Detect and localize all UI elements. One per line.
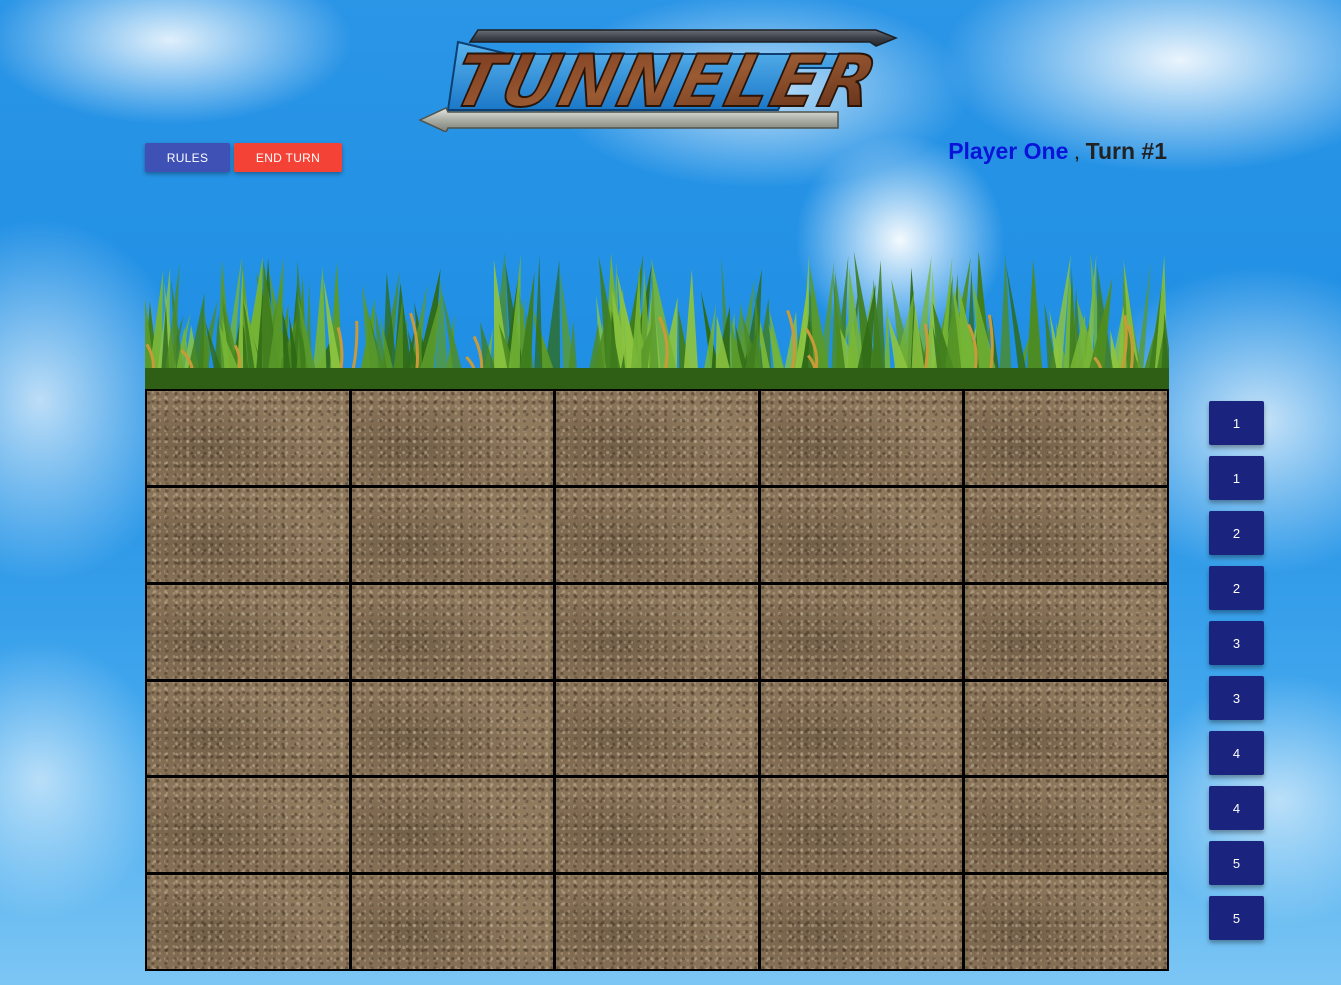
board-cell[interactable] <box>147 681 349 776</box>
board-cell[interactable] <box>760 391 963 485</box>
board-cell[interactable] <box>760 584 963 679</box>
board-cell[interactable] <box>147 875 349 969</box>
board-cell[interactable] <box>147 391 349 485</box>
board-cell[interactable] <box>351 391 554 485</box>
grass-base <box>145 368 1169 390</box>
board-cell[interactable] <box>351 875 554 969</box>
board-cell[interactable] <box>760 681 963 776</box>
piece-button[interactable]: 3 <box>1209 621 1264 665</box>
piece-button[interactable]: 4 <box>1209 786 1264 830</box>
turn-status: Player One , Turn #1 <box>948 138 1167 165</box>
board-cell[interactable] <box>965 875 1167 969</box>
board-cell[interactable] <box>760 875 963 969</box>
board-cell[interactable] <box>351 584 554 679</box>
board-cell[interactable] <box>556 778 758 873</box>
game-screen: TUNNELER RULES END TURN Player One , Tur… <box>0 0 1341 985</box>
board-cell[interactable] <box>147 487 349 582</box>
game-board <box>145 389 1169 971</box>
game-logo: TUNNELER <box>418 24 898 132</box>
board-cell[interactable] <box>965 681 1167 776</box>
board-cell[interactable] <box>965 584 1167 679</box>
board-cell[interactable] <box>351 681 554 776</box>
board-cell[interactable] <box>556 584 758 679</box>
board-cell[interactable] <box>965 778 1167 873</box>
board-cell[interactable] <box>760 487 963 582</box>
board-cell[interactable] <box>351 487 554 582</box>
rules-button[interactable]: RULES <box>145 143 230 172</box>
end-turn-button[interactable]: END TURN <box>234 143 342 172</box>
piece-button[interactable]: 3 <box>1209 676 1264 720</box>
grass-strip <box>145 250 1169 390</box>
board-cell[interactable] <box>556 391 758 485</box>
board-cell[interactable] <box>147 778 349 873</box>
piece-button[interactable]: 2 <box>1209 511 1264 555</box>
piece-selector: 1 1 2 2 3 3 4 4 5 5 <box>1209 401 1264 940</box>
board-cell[interactable] <box>351 778 554 873</box>
grass-graphic <box>145 251 1169 390</box>
piece-button[interactable]: 2 <box>1209 566 1264 610</box>
board-cell[interactable] <box>147 584 349 679</box>
status-separator: , <box>1074 146 1080 163</box>
board-cell[interactable] <box>965 487 1167 582</box>
board-cell[interactable] <box>965 391 1167 485</box>
piece-button[interactable]: 5 <box>1209 896 1264 940</box>
board-cell[interactable] <box>556 487 758 582</box>
current-player: Player One <box>948 138 1069 164</box>
logo-title: TUNNELER <box>445 40 886 124</box>
piece-button[interactable]: 1 <box>1209 401 1264 445</box>
toolbar: RULES END TURN <box>145 143 342 172</box>
turn-counter: Turn #1 <box>1085 138 1167 164</box>
logo-graphic: TUNNELER <box>418 29 898 132</box>
piece-button[interactable]: 4 <box>1209 731 1264 775</box>
board-cell[interactable] <box>760 778 963 873</box>
piece-button[interactable]: 5 <box>1209 841 1264 885</box>
piece-button[interactable]: 1 <box>1209 456 1264 500</box>
board-cell[interactable] <box>556 875 758 969</box>
board-cell[interactable] <box>556 681 758 776</box>
